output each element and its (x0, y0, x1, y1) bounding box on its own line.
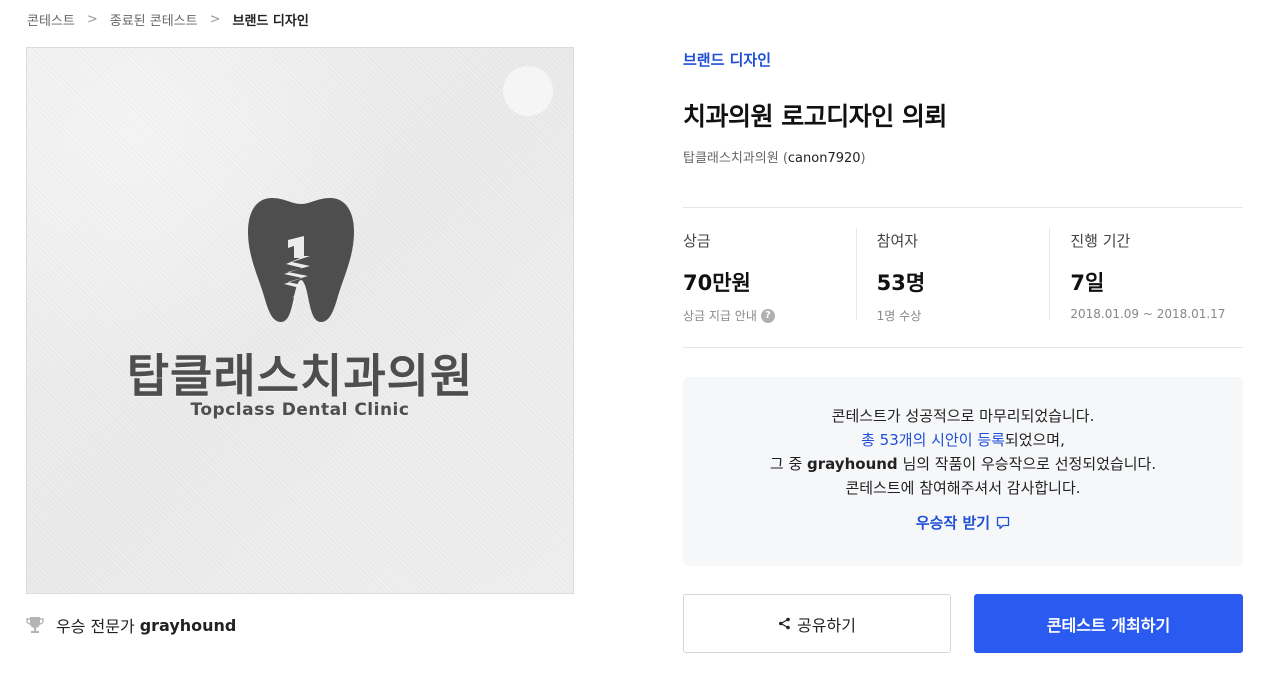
stat-participants: 참여자 53명 1명 수상 (855, 228, 1050, 323)
notice-line: 콘테스트가 성공적으로 마무리되었습니다. (831, 407, 1095, 425)
host-contest-button[interactable]: 콘테스트 개최하기 (974, 594, 1243, 653)
logo-english-text: Topclass Dental Clinic (190, 400, 410, 420)
winner-name[interactable]: grayhound (140, 616, 237, 635)
help-icon[interactable]: ? (760, 308, 775, 323)
contest-host: 탑클래스치과의원 (canon7920) (683, 147, 866, 166)
stat-prize: 상금 70만원 상금 지급 안내 ? (683, 228, 856, 323)
share-label: 공유하기 (797, 615, 856, 635)
winning-artwork-image[interactable]: 탑클래스치과의원 Topclass Dental Clinic (26, 47, 574, 594)
receive-winning-work-link[interactable]: 우승작 받기 (916, 512, 1010, 533)
logo-korean-text: 탑클래스치과의원 (126, 349, 474, 403)
winner-label: 우승 전문가 (56, 617, 135, 636)
stat-label: 상금 (683, 232, 711, 250)
comment-icon (996, 516, 1010, 529)
stat-sub: 2018.01.09 ~ 2018.01.17 (1070, 307, 1226, 321)
share-icon (779, 617, 790, 630)
tooth-logo-icon (248, 198, 354, 322)
share-button[interactable]: 공유하기 (683, 594, 951, 653)
notice-text: 그 중 (769, 455, 808, 473)
breadcrumb: 콘테스트 > 종료된 콘테스트 > 브랜드 디자인 (27, 8, 309, 30)
trophy-icon (26, 617, 44, 633)
receive-label: 우승작 받기 (915, 514, 991, 532)
stat-sub: 1명 수상 (876, 309, 922, 323)
divider (683, 347, 1243, 348)
divider (683, 207, 1243, 208)
contest-stats: 상금 70만원 상금 지급 안내 ? 참여자 53명 1명 수상 진행 기간 7… (683, 228, 1243, 323)
breadcrumb-contest[interactable]: 콘테스트 (27, 10, 75, 29)
notice-text: 되었으며, (1004, 431, 1065, 449)
submissions-link[interactable]: 총 53개의 시안이 등록 (861, 431, 1005, 449)
stat-value: 70만원 (683, 271, 751, 295)
decorative-circle (503, 66, 553, 116)
host-id: canon7920 (787, 151, 861, 166)
host-name: 탑클래스치과의원 (683, 151, 779, 166)
stat-label: 참여자 (876, 232, 919, 250)
prize-payment-info[interactable]: 상금 지급 안내 ? (683, 307, 856, 324)
breadcrumb-brand-design: 브랜드 디자인 (232, 13, 309, 29)
stat-sub: 상금 지급 안내 (683, 309, 757, 323)
stat-duration: 진행 기간 7일 2018.01.09 ~ 2018.01.17 (1049, 228, 1243, 321)
breadcrumb-separator: > (209, 11, 221, 27)
breadcrumb-separator: > (86, 11, 98, 27)
breadcrumb-ended-contest[interactable]: 종료된 콘테스트 (110, 10, 198, 29)
stat-value: 53명 (876, 271, 926, 295)
stat-value: 7일 (1070, 271, 1105, 295)
contest-title: 치과의원 로고디자인 의뢰 (683, 102, 947, 131)
notice-text: 님의 작품이 우승작으로 선정되었습니다. (897, 455, 1157, 473)
winner-name-inline: grayhound (807, 455, 898, 473)
winner-info: 우승 전문가 grayhound (26, 612, 236, 638)
notice-line: 콘테스트에 참여해주셔서 감사합니다. (845, 479, 1081, 497)
stat-label: 진행 기간 (1070, 232, 1131, 250)
contest-complete-notice: 콘테스트가 성공적으로 마무리되었습니다. 총 53개의 시안이 등록되었으며,… (683, 377, 1243, 566)
notice-line: 총 53개의 시안이 등록되었으며, (683, 428, 1243, 452)
notice-line: 그 중 grayhound 님의 작품이 우승작으로 선정되었습니다. (683, 452, 1243, 476)
host-paren-close: ) (860, 151, 866, 166)
contest-category[interactable]: 브랜드 디자인 (683, 49, 771, 70)
